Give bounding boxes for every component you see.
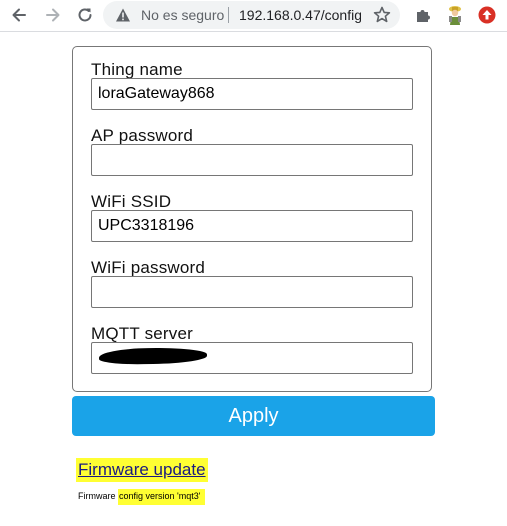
firmware-version-prefix: Firmware — [78, 491, 116, 501]
wifi-password-label: WiFi password — [91, 258, 206, 277]
security-status[interactable]: No es seguro — [141, 7, 224, 23]
back-button[interactable] — [8, 4, 30, 26]
wifi-password-input[interactable] — [91, 276, 413, 308]
url-text[interactable]: 192.168.0.47/config — [239, 7, 361, 23]
firmware-version-text: config version 'mqt3' — [118, 489, 205, 505]
forward-button[interactable] — [42, 4, 64, 26]
arrow-left-icon — [12, 8, 26, 22]
thing-name-label: Thing name — [91, 60, 183, 79]
ap-password-input[interactable] — [91, 144, 413, 176]
address-bar[interactable]: No es seguro 192.168.0.47/config — [103, 1, 400, 29]
firmware-update-link[interactable]: Firmware update — [76, 458, 208, 482]
thing-name-input[interactable] — [91, 78, 413, 110]
update-arrow-icon — [478, 6, 496, 24]
reload-button[interactable] — [74, 4, 96, 26]
profile-button[interactable] — [444, 4, 466, 26]
wifi-ssid-input[interactable] — [91, 210, 413, 242]
puzzle-icon — [417, 10, 430, 22]
mqtt-server-label: MQTT server — [91, 324, 194, 343]
browser-toolbar: No es seguro 192.168.0.47/config — [0, 0, 507, 32]
address-divider — [228, 7, 229, 23]
wifi-ssid-label: WiFi SSID — [91, 192, 172, 211]
extensions-button[interactable] — [412, 4, 434, 26]
warning-triangle-icon[interactable] — [115, 7, 131, 23]
ap-password-label: AP password — [91, 126, 194, 145]
reload-icon — [78, 8, 92, 22]
avatar-icon — [449, 6, 461, 25]
apply-button[interactable]: Apply — [72, 396, 435, 436]
star-icon[interactable] — [372, 5, 392, 25]
arrow-right-icon — [46, 8, 60, 22]
firmware-version-line: Firmware config version 'mqt3' — [78, 487, 205, 505]
update-button[interactable] — [476, 4, 498, 26]
